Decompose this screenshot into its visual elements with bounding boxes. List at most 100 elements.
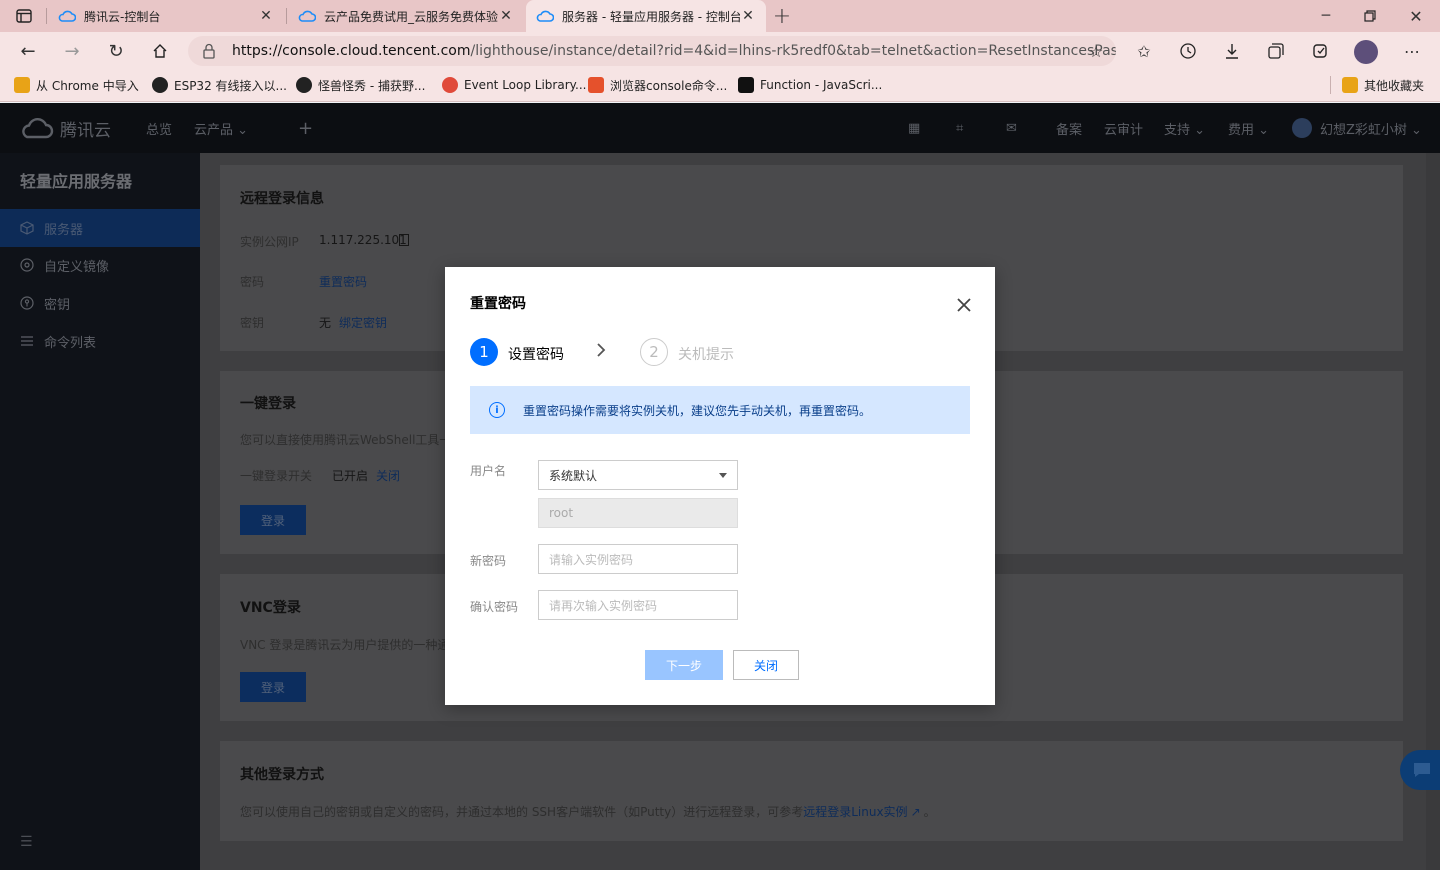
bookmark-item[interactable]: 怪兽怪秀 - 捕获野... — [296, 76, 425, 94]
reset-password-link[interactable]: 重置密码 — [319, 273, 367, 290]
back-icon[interactable]: ← — [12, 35, 44, 67]
forward-icon[interactable]: → — [56, 35, 88, 67]
browser-tab-3-active[interactable]: 服务器 - 轻量应用服务器 - 控制台 ✕ — [526, 0, 766, 32]
favorites-icon[interactable]: ✩ — [1128, 35, 1160, 67]
browser-tab-1[interactable]: 腾讯云-控制台 ✕ — [48, 0, 284, 32]
tencent-cloud-icon — [58, 10, 76, 22]
one-click-login-button[interactable]: 登录 — [240, 505, 306, 535]
next-step-button[interactable]: 下一步 — [645, 650, 723, 680]
ip-label: 实例公网IP — [240, 235, 299, 249]
bookmark-item[interactable]: 从 Chrome 中导入 — [14, 76, 139, 94]
bookmark-label: 浏览器console命令... — [610, 78, 728, 93]
info-icon: i — [489, 402, 505, 418]
close-tab-icon[interactable]: ✕ — [498, 8, 514, 24]
other-login-text: 您可以使用自己的密钥或自定义的密码，并通过本地的 SSH客户端软件（如Putty… — [240, 805, 804, 819]
bookmark-item[interactable]: 浏览器console命令... — [588, 76, 727, 94]
folder-icon — [1342, 77, 1358, 93]
bookmark-label: ESP32 有线接入以... — [174, 78, 287, 93]
window-close-icon[interactable]: ✕ — [1400, 0, 1432, 32]
vnc-desc: VNC 登录是腾讯云为用户提供的一种通 — [240, 638, 450, 652]
password-label: 密码 — [240, 275, 265, 289]
tab-actions-icon[interactable] — [8, 0, 40, 32]
sidebar-item-label: 服务器 — [44, 222, 84, 238]
key-value: 无 — [319, 316, 332, 330]
one-click-switch-label: 一键登录开关 — [240, 469, 313, 483]
bookmark-item[interactable]: Event Loop Library... — [442, 76, 586, 94]
caret-down-icon — [719, 473, 727, 478]
nav-qrcode-icon[interactable]: ⌗ — [956, 103, 963, 153]
nav-user[interactable]: 幻想Z彩虹小树 ⌄ — [1292, 103, 1422, 153]
bookmark-item[interactable]: Function - JavaScri... — [738, 76, 882, 94]
refresh-icon[interactable]: ↻ — [100, 35, 132, 67]
username-select[interactable]: 系统默认 — [538, 460, 738, 490]
tab-separator — [286, 8, 287, 24]
browser-tab-2[interactable]: 云产品免费试用_云服务免费体验 ✕ — [288, 0, 524, 32]
collections-icon[interactable] — [1260, 35, 1292, 67]
nav-audit[interactable]: 云审计 — [1104, 103, 1143, 153]
user-avatar — [1292, 118, 1312, 138]
sidebar-item-servers[interactable]: 服务器 — [0, 209, 200, 247]
bookmark-favicon-icon — [296, 77, 312, 93]
sidebar-item-label: 命令列表 — [44, 335, 97, 351]
profile-avatar[interactable] — [1354, 40, 1378, 64]
dialog-close-icon[interactable] — [952, 293, 976, 317]
download-icon[interactable] — [1216, 35, 1248, 67]
other-login-title: 其他登录方式 — [240, 767, 324, 783]
sidebar-item-keys[interactable]: 密钥 — [0, 284, 200, 322]
one-click-close-link[interactable]: 关闭 — [376, 467, 400, 484]
url-path: /lighthouse/instance/detail?rid=4&id=lhi… — [470, 43, 1117, 59]
confirm-password-label: 确认密码 — [470, 600, 519, 614]
other-bookmarks[interactable]: 其他收藏夹 — [1342, 76, 1424, 94]
nav-products[interactable]: 云产品 ⌄ — [194, 103, 248, 153]
linux-login-link[interactable]: 远程登录Linux实例 — [803, 805, 907, 819]
new-password-input[interactable]: 请输入实例密码 — [538, 544, 738, 574]
collapse-sidebar-icon[interactable]: ☰ — [20, 834, 33, 850]
one-click-title: 一键登录 — [240, 396, 296, 412]
bookmark-item[interactable]: ESP32 有线接入以... — [152, 76, 287, 94]
lock-icon[interactable] — [202, 43, 216, 59]
tencent-cloud-logo-icon — [22, 118, 54, 139]
home-icon[interactable] — [144, 35, 176, 67]
bookmark-favicon-icon — [442, 77, 458, 93]
nav-mail-icon[interactable]: ✉ — [1006, 103, 1017, 153]
history-icon[interactable] — [1172, 35, 1204, 67]
one-click-switch-value: 已开启 — [332, 469, 369, 483]
step-1-circle: 1 — [470, 338, 498, 366]
notice-text: 重置密码操作需要将实例关机，建议您先手动关机，再重置密码。 — [523, 403, 872, 418]
bookmark-favicon-icon — [738, 77, 754, 93]
bind-key-link[interactable]: 绑定密钥 — [339, 314, 387, 331]
close-button[interactable]: 关闭 — [733, 650, 799, 680]
bookmark-label: Event Loop Library... — [464, 78, 587, 92]
extensions-icon[interactable] — [1304, 35, 1336, 67]
username-select-value: 系统默认 — [549, 468, 598, 483]
sidebar-item-commands[interactable]: 命令列表 — [0, 322, 200, 360]
shutdown-notice: i 重置密码操作需要将实例关机，建议您先手动关机，再重置密码。 — [470, 386, 970, 434]
bookmark-label: Function - JavaScri... — [760, 78, 883, 92]
brand-logo[interactable]: 腾讯云 — [20, 103, 111, 153]
sidebar-item-label: 密钥 — [44, 297, 71, 313]
new-tab-icon[interactable]: + — [766, 0, 798, 32]
confirm-password-input[interactable]: 请再次输入实例密码 — [538, 590, 738, 620]
nav-billing[interactable]: 费用 ⌄ — [1228, 103, 1269, 153]
new-password-label: 新密码 — [470, 554, 507, 568]
vnc-login-button[interactable]: 登录 — [240, 672, 306, 702]
nav-beian[interactable]: 备案 — [1056, 103, 1082, 153]
url-input[interactable]: https://console.cloud.tencent.com/lighth… — [188, 36, 1116, 66]
copy-icon[interactable] — [399, 234, 409, 246]
tab-separator — [46, 8, 47, 24]
nav-add-shortcut[interactable]: + — [298, 103, 313, 153]
nav-grid-icon[interactable]: ▦ — [908, 103, 920, 153]
tencent-cloud-icon — [298, 10, 316, 22]
nav-overview[interactable]: 总览 — [146, 103, 172, 153]
restore-icon[interactable] — [1354, 0, 1386, 32]
tab-title: 服务器 - 轻量应用服务器 - 控制台 — [562, 9, 740, 24]
chat-support-button[interactable] — [1400, 750, 1440, 790]
close-tab-icon[interactable]: ✕ — [740, 8, 756, 24]
sidebar-item-custom-images[interactable]: 自定义镜像 — [0, 246, 200, 284]
more-menu-icon[interactable]: ⋯ — [1396, 35, 1428, 67]
nav-support[interactable]: 支持 ⌄ — [1164, 103, 1205, 153]
chevron-right-icon — [596, 342, 606, 361]
minimize-icon[interactable]: ─ — [1310, 0, 1342, 32]
close-tab-icon[interactable]: ✕ — [258, 8, 274, 24]
add-favorite-icon[interactable]: ☆ — [1080, 35, 1112, 67]
